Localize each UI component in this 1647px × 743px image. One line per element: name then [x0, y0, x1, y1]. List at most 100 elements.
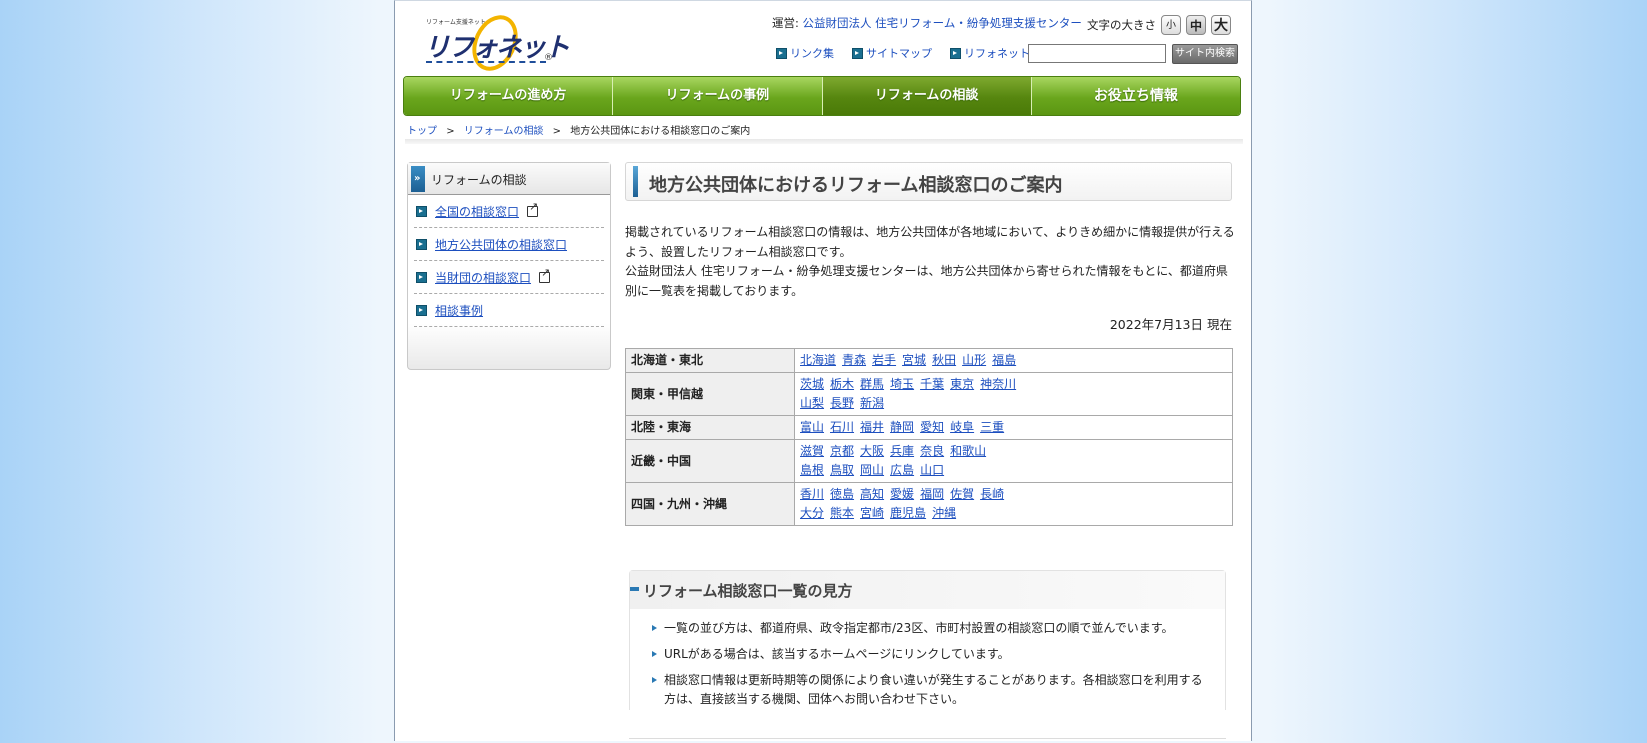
breadcrumb-current: 地方公共団体における相談窓口のご案内: [570, 126, 751, 137]
prefecture-link[interactable]: 宮城: [902, 353, 926, 367]
operator-link[interactable]: 公益財団法人 住宅リフォーム・紛争処理支援センター: [803, 16, 1082, 30]
breadcrumb-consultation[interactable]: リフォームの相談: [464, 126, 544, 137]
site-search-button[interactable]: サイト内検索: [1172, 44, 1238, 64]
prefecture-link[interactable]: 鳥取: [830, 463, 854, 477]
prefecture-link[interactable]: 愛媛: [890, 487, 914, 501]
prefecture-link[interactable]: 茨城: [800, 377, 824, 391]
site-logo[interactable]: リフォーム支援ネット リフォネット ®: [424, 7, 570, 79]
prefecture-link[interactable]: 山口: [920, 463, 944, 477]
sidebar-link-local-government[interactable]: 地方公共団体の相談窓口: [435, 236, 567, 253]
prefecture-link[interactable]: 兵庫: [890, 444, 914, 458]
prefecture-link[interactable]: 和歌山: [950, 444, 986, 458]
nav-reform-cases[interactable]: リフォームの事例: [613, 77, 823, 115]
prefecture-link[interactable]: 青森: [842, 353, 866, 367]
prefecture-link[interactable]: 広島: [890, 463, 914, 477]
prefecture-link[interactable]: 山形: [962, 353, 986, 367]
howto-item: 一覧の並び方は、都道府県、政令指定都市/23区、市町村設置の相談窓口の順で並んで…: [652, 619, 1212, 638]
sidebar-link-national[interactable]: 全国の相談窓口: [435, 203, 519, 220]
sidebar-link-foundation[interactable]: 当財団の相談窓口: [435, 269, 531, 286]
howto-title: リフォーム相談窓口一覧の見方: [643, 582, 853, 600]
prefecture-link[interactable]: 滋賀: [800, 444, 824, 458]
page-title: 地方公共団体におけるリフォーム相談窓口のご案内: [649, 175, 1063, 196]
arrow-icon: [416, 238, 427, 250]
prefecture-link[interactable]: 岡山: [860, 463, 884, 477]
operator-label: 運営:: [772, 16, 799, 30]
external-link-icon: [527, 200, 538, 217]
prefecture-link[interactable]: 佐賀: [950, 487, 974, 501]
prefecture-link[interactable]: 三重: [980, 420, 1004, 434]
font-size-small-button[interactable]: 小: [1161, 15, 1181, 35]
prefecture-link[interactable]: 静岡: [890, 420, 914, 434]
prefecture-link[interactable]: 長崎: [980, 487, 1004, 501]
breadcrumb-separator: >: [552, 126, 562, 137]
prefecture-link[interactable]: 東京: [950, 377, 974, 391]
logo-registered-mark: ®: [544, 53, 553, 63]
prefecture-link[interactable]: 新潟: [860, 396, 884, 410]
prefecture-link[interactable]: 北海道: [800, 353, 836, 367]
breadcrumb-divider: [405, 139, 1243, 144]
table-row: 北陸・東海 富山 石川 福井 静岡 愛知 岐阜 三重: [625, 415, 1233, 440]
prefecture-link[interactable]: 千葉: [920, 377, 944, 391]
howto-item: URLがある場合は、該当するホームページにリンクしています。: [652, 645, 1212, 664]
prefecture-link[interactable]: 石川: [830, 420, 854, 434]
prefecture-link[interactable]: 愛知: [920, 420, 944, 434]
prefecture-link[interactable]: 沖縄: [932, 506, 956, 520]
prefecture-link[interactable]: 熊本: [830, 506, 854, 520]
prefecture-link[interactable]: 岩手: [872, 353, 896, 367]
breadcrumb-top[interactable]: トップ: [407, 126, 437, 137]
prefecture-link[interactable]: 鹿児島: [890, 506, 926, 520]
prefecture-link[interactable]: 長野: [830, 396, 854, 410]
prefecture-line: 北海道 青森 岩手 宮城 秋田 山形 福島: [800, 351, 1227, 370]
prefecture-link[interactable]: 大分: [800, 506, 824, 520]
table-row: 北海道・東北 北海道 青森 岩手 宮城 秋田 山形 福島: [625, 348, 1233, 373]
page-container: リフォーム支援ネット リフォネット ® 運営: 公益財団法人 住宅リフォーム・紛…: [394, 0, 1252, 741]
table-row: 関東・甲信越 茨城 栃木 群馬 埼玉 千葉 東京 神奈川 山梨 長野 新潟: [625, 372, 1233, 416]
howto-list: 一覧の並び方は、都道府県、政令指定都市/23区、市町村設置の相談窓口の順で並んで…: [652, 619, 1212, 716]
prefecture-line: 富山 石川 福井 静岡 愛知 岐阜 三重: [800, 418, 1227, 437]
sidebar-link-cases[interactable]: 相談事例: [435, 302, 483, 319]
nav-useful-info[interactable]: お役立ち情報: [1031, 77, 1240, 115]
prefecture-link[interactable]: 徳島: [830, 487, 854, 501]
logo-underline: [426, 61, 546, 63]
region-table: 北海道・東北 北海道 青森 岩手 宮城 秋田 山形 福島 関東・甲信越 茨城 栃木 群馬 埼玉 千葉 東京神…: [625, 348, 1233, 526]
prefecture-links: 北海道 青森 岩手 宮城 秋田 山形 福島: [794, 348, 1233, 373]
prefecture-link[interactable]: 神奈川: [980, 377, 1016, 391]
sidebar-item-foundation: 当財団の相談窓口: [414, 261, 604, 294]
prefecture-links: 滋賀 京都 大阪 兵庫 奈良 和歌山島根 鳥取 岡山 広島 山口: [794, 439, 1233, 483]
prefecture-link[interactable]: 富山: [800, 420, 824, 434]
prefecture-line: 山梨 長野 新潟: [800, 394, 1227, 413]
prefecture-link[interactable]: 京都: [830, 444, 854, 458]
site-search-input[interactable]: [1028, 44, 1166, 63]
prefecture-link[interactable]: 島根: [800, 463, 824, 477]
prefecture-line: 島根 鳥取 岡山 広島 山口: [800, 461, 1227, 480]
prefecture-link[interactable]: 福井: [860, 420, 884, 434]
prefecture-link[interactable]: 埼玉: [890, 377, 914, 391]
prefecture-line: 大分 熊本 宮崎 鹿児島 沖縄: [800, 504, 1227, 523]
howto-box: リフォーム相談窓口一覧の見方 一覧の並び方は、都道府県、政令指定都市/23区、市…: [629, 570, 1226, 710]
prefecture-link[interactable]: 高知: [860, 487, 884, 501]
sitemap-link[interactable]: サイトマップ: [852, 45, 932, 61]
as-of-date: 2022年7月13日 現在: [1109, 317, 1232, 332]
prefecture-link[interactable]: 岐阜: [950, 420, 974, 434]
prefecture-link[interactable]: 秋田: [932, 353, 956, 367]
link-collection-link[interactable]: リンク集: [776, 45, 834, 61]
font-size-label: 文字の大きさ: [1087, 18, 1156, 32]
prefecture-line: 香川 徳島 高知 愛媛 福岡 佐賀 長崎: [800, 485, 1227, 504]
region-name: 北陸・東海: [625, 415, 795, 440]
font-size-large-button[interactable]: 大: [1211, 15, 1231, 35]
prefecture-link[interactable]: 群馬: [860, 377, 884, 391]
prefecture-link[interactable]: 奈良: [920, 444, 944, 458]
nav-reform-process[interactable]: リフォームの進め方: [404, 77, 614, 115]
prefecture-link[interactable]: 福島: [992, 353, 1016, 367]
font-size-medium-button[interactable]: 中: [1186, 15, 1206, 35]
prefecture-links: 富山 石川 福井 静岡 愛知 岐阜 三重: [794, 415, 1233, 440]
prefecture-link[interactable]: 大阪: [860, 444, 884, 458]
region-name: 四国・九州・沖縄: [625, 482, 795, 526]
prefecture-link[interactable]: 宮崎: [860, 506, 884, 520]
global-nav: リフォームの進め方 リフォームの事例 リフォームの相談 お役立ち情報: [403, 76, 1241, 116]
prefecture-link[interactable]: 栃木: [830, 377, 854, 391]
prefecture-link[interactable]: 福岡: [920, 487, 944, 501]
nav-reform-consultation[interactable]: リフォームの相談: [822, 77, 1032, 115]
prefecture-link[interactable]: 香川: [800, 487, 824, 501]
prefecture-link[interactable]: 山梨: [800, 396, 824, 410]
